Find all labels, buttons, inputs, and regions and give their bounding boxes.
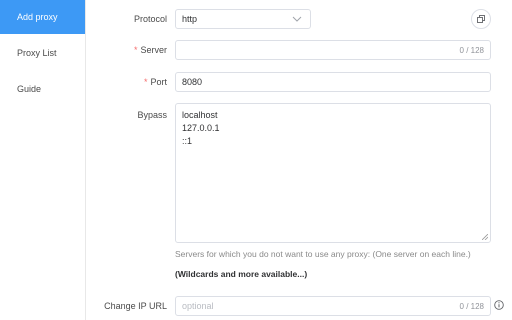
server-label: * Server (134, 45, 167, 55)
required-mark: * (133, 45, 138, 55)
change-ip-placeholder: optional (182, 301, 214, 311)
resize-handle-icon[interactable] (482, 234, 488, 240)
server-char-count: 0 / 128 (459, 46, 484, 55)
change-ip-char-count: 0 / 128 (459, 302, 484, 311)
sidebar-item-guide[interactable]: Guide (0, 72, 85, 106)
copy-button[interactable] (471, 9, 491, 29)
required-mark: * (143, 77, 148, 87)
protocol-label: Protocol (133, 14, 167, 24)
sidebar: Add proxy Proxy List Guide (0, 0, 86, 320)
change-ip-label: Change IP URL (104, 301, 167, 311)
server-label-text: Server (140, 45, 167, 55)
wildcards-link[interactable]: (Wildcards and more available...) (175, 269, 307, 279)
copy-icon (477, 15, 485, 23)
port-label: * Port (144, 77, 167, 87)
sidebar-item-add-proxy[interactable]: Add proxy (0, 0, 85, 34)
bypass-label: Bypass (137, 110, 167, 120)
protocol-value: http (182, 14, 198, 24)
bypass-textarea[interactable]: localhost 127.0.0.1 ::1 (175, 103, 491, 243)
bypass-hint: Servers for which you do not want to use… (175, 249, 471, 259)
sidebar-item-proxy-list[interactable]: Proxy List (0, 36, 85, 70)
port-input[interactable]: 8080 (175, 72, 491, 92)
port-value: 8080 (182, 77, 203, 87)
change-ip-input[interactable]: optional 0 / 128 (175, 296, 491, 316)
protocol-select[interactable]: http (175, 9, 311, 29)
info-icon[interactable] (494, 300, 504, 310)
port-label-text: Port (150, 77, 167, 87)
add-proxy-form: Protocol http * Server 0 / 128 * Port 8080… (86, 0, 512, 320)
bypass-line: localhost (182, 110, 218, 120)
chevron-down-icon (292, 16, 302, 22)
bypass-line: ::1 (182, 136, 193, 146)
bypass-line: 127.0.0.1 (182, 123, 220, 133)
server-input[interactable]: 0 / 128 (175, 40, 491, 60)
